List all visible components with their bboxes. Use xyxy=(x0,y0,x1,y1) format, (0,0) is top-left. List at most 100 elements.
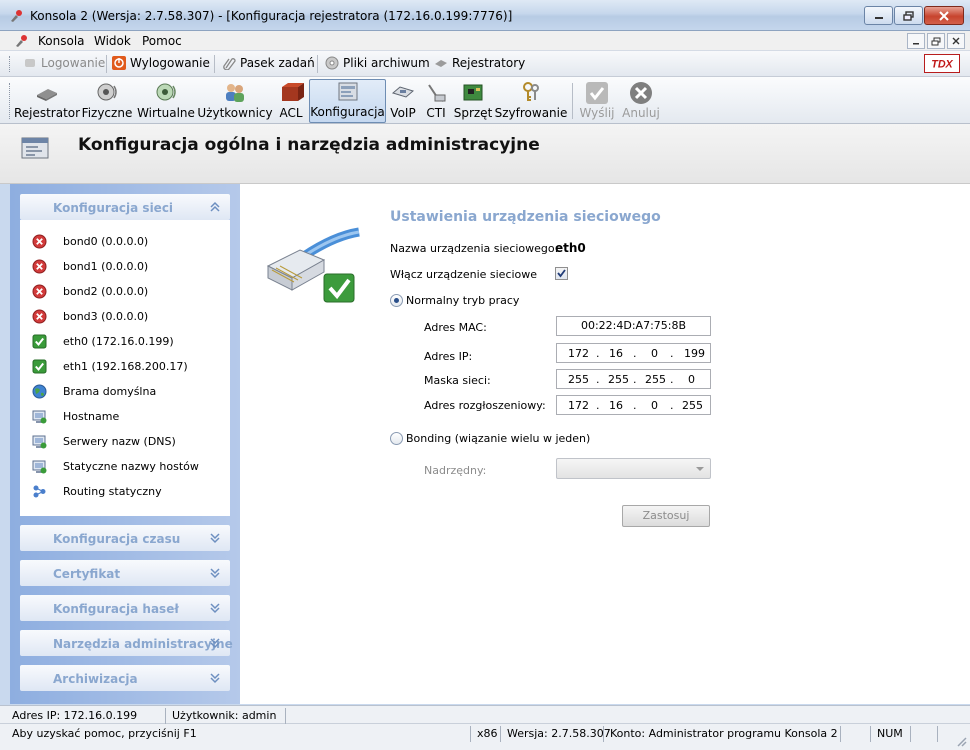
virtual-button[interactable]: Wirtualne xyxy=(136,79,196,123)
users-button[interactable]: Użytkownicy xyxy=(197,79,273,123)
network-list-item[interactable]: bond2 (0.0.0.0) xyxy=(20,281,230,303)
ip-octet-4: 199 xyxy=(684,347,705,360)
chevron-up-icon[interactable] xyxy=(209,201,221,213)
section-admin-tools[interactable]: Narzędzia administracyjne xyxy=(20,630,233,656)
section-passwords[interactable]: Konfiguracja haseł xyxy=(20,595,230,621)
mdi-close-button[interactable] xyxy=(947,33,965,49)
chevron-down-icon[interactable] xyxy=(209,567,221,579)
mdi-restore-button[interactable] xyxy=(927,33,945,49)
device-name-label: Nazwa urządzenia sieciowego: xyxy=(390,242,559,255)
close-button[interactable] xyxy=(924,6,964,25)
ok-check-icon xyxy=(32,359,47,374)
voip-button[interactable]: VoIP xyxy=(389,79,417,123)
chevron-down-icon[interactable] xyxy=(209,532,221,544)
bonding-radio[interactable] xyxy=(390,432,403,445)
network-list-item[interactable]: bond0 (0.0.0.0) xyxy=(20,231,230,253)
config-button[interactable]: Konfiguracja xyxy=(309,79,386,123)
recorder-button[interactable]: Rejestrator xyxy=(14,79,80,123)
network-list-item[interactable]: Routing statyczny xyxy=(20,481,230,503)
network-settings-title: Ustawienia urządzenia sieciowego xyxy=(390,209,661,225)
section-certificate[interactable]: Certyfikat xyxy=(20,560,230,586)
voip-phone-icon xyxy=(391,86,415,98)
network-list-item[interactable]: bond3 (0.0.0.0) xyxy=(20,306,230,328)
network-list-item[interactable]: eth1 (192.168.200.17) xyxy=(20,356,230,378)
netmask-field[interactable]: 255 . 255 . 255 . 0 xyxy=(556,369,711,389)
archive-files-button[interactable]: Pliki archiwum xyxy=(325,56,430,70)
section-time[interactable]: Konfiguracja czasu xyxy=(20,525,230,551)
mask-octet-3: 255 xyxy=(645,373,666,386)
normal-mode-radio[interactable] xyxy=(390,294,403,307)
chevron-down-icon xyxy=(696,467,704,471)
title-bar: Konsola 2 (Wersja: 2.7.58.307) - [Konfig… xyxy=(0,0,970,31)
network-list-item-label: Brama domyślna xyxy=(63,385,157,398)
taskbar-button[interactable]: Pasek zadań xyxy=(222,56,315,70)
network-cable-icon xyxy=(266,227,360,303)
network-list-item[interactable]: Statyczne nazwy hostów xyxy=(20,456,230,478)
mask-label: Maska sieci: xyxy=(424,374,491,387)
normal-mode-label: Normalny tryb pracy xyxy=(406,294,520,307)
check-icon xyxy=(586,82,608,104)
network-items-list: bond0 (0.0.0.0) bond1 (0.0.0.0) bond2 (0.0… xyxy=(20,220,230,516)
menu-pomoc[interactable]: Pomoc xyxy=(142,34,182,48)
mask-octet-1: 255 xyxy=(568,373,589,386)
chevron-down-icon[interactable] xyxy=(209,637,221,649)
network-list-item[interactable]: bond1 (0.0.0.0) xyxy=(20,256,230,278)
error-icon xyxy=(32,309,47,324)
ip-octet-2: 16 xyxy=(609,347,623,360)
minimize-button[interactable] xyxy=(864,6,893,25)
acl-icon xyxy=(282,83,304,101)
chevron-down-icon[interactable] xyxy=(209,602,221,614)
menu-widok[interactable]: Widok xyxy=(94,34,131,48)
recorders-button[interactable]: Rejestratory xyxy=(434,56,525,70)
voip-label: VoIP xyxy=(390,106,416,120)
main-toolbar: Rejestrator Fizyczne Wirtualne Użytkowni… xyxy=(0,77,970,124)
hardware-label: Sprzęt xyxy=(453,106,493,120)
power-icon xyxy=(112,56,126,70)
network-list-item[interactable]: Brama domyślna xyxy=(20,381,230,403)
section-network[interactable]: Konfiguracja sieci xyxy=(20,194,230,220)
toolbar-grip[interactable] xyxy=(9,56,12,72)
section-passwords-title: Konfiguracja haseł xyxy=(53,602,179,616)
resize-grip-icon[interactable] xyxy=(955,735,967,747)
connection-status-bar: Adres IP: 172.16.0.199 Użytkownik: admin xyxy=(0,705,970,724)
mdi-minimize-button[interactable] xyxy=(907,33,925,49)
status-user: Użytkownik: admin xyxy=(172,709,277,722)
section-archiving[interactable]: Archiwizacja xyxy=(20,665,230,691)
hardware-button[interactable]: Sprzęt xyxy=(454,79,492,123)
apply-button[interactable]: Zastosuj xyxy=(622,505,710,527)
archive-files-label: Pliki archiwum xyxy=(343,56,430,70)
chevron-down-icon[interactable] xyxy=(209,672,221,684)
network-list-item[interactable]: Hostname xyxy=(20,406,230,428)
ip-address-field[interactable]: 172 . 16 . 0 . 199 xyxy=(556,343,711,363)
mac-field[interactable]: 00:22:4D:A7:75:8B xyxy=(556,316,711,336)
status-help: Aby uzyskać pomoc, przyciśnij F1 xyxy=(12,727,197,740)
status-arch: x86 xyxy=(477,727,498,740)
toolbar-grip[interactable] xyxy=(9,83,12,119)
encryption-button[interactable]: Szyfrowanie xyxy=(495,79,567,123)
master-select[interactable] xyxy=(556,458,711,479)
login-button[interactable]: Logowanie xyxy=(23,56,105,70)
mask-octet-2: 255 xyxy=(608,373,629,386)
cancel-button[interactable]: Anuluj xyxy=(621,79,661,123)
recorder-label: Rejestrator xyxy=(13,106,81,120)
network-list-item-label: eth1 (192.168.200.17) xyxy=(63,360,188,373)
enable-device-checkbox[interactable] xyxy=(555,267,568,280)
network-list-item[interactable]: eth0 (172.16.0.199) xyxy=(20,331,230,353)
menu-konsola[interactable]: Konsola xyxy=(38,34,85,48)
send-button[interactable]: Wyślij xyxy=(579,79,615,123)
app-menu-icon[interactable] xyxy=(14,34,29,48)
maximize-button[interactable] xyxy=(894,6,923,25)
broadcast-octet-2: 16 xyxy=(609,399,623,412)
physical-button[interactable]: Fizyczne xyxy=(82,79,132,123)
close-icon xyxy=(939,10,949,21)
logout-button[interactable]: Wylogowanie xyxy=(112,56,210,70)
cti-button[interactable]: CTI xyxy=(423,79,449,123)
enable-device-label: Włącz urządzenie sieciowe xyxy=(390,268,538,281)
acl-label: ACL xyxy=(279,106,303,120)
svg-text:TDX: TDX xyxy=(931,59,953,71)
taskbar-label: Pasek zadań xyxy=(240,56,315,70)
broadcast-field[interactable]: 172 . 16 . 0 . 255 xyxy=(556,395,711,415)
network-list-item[interactable]: Serwery nazw (DNS) xyxy=(20,431,230,453)
minimize-icon xyxy=(913,43,919,45)
acl-button[interactable]: ACL xyxy=(275,79,307,123)
